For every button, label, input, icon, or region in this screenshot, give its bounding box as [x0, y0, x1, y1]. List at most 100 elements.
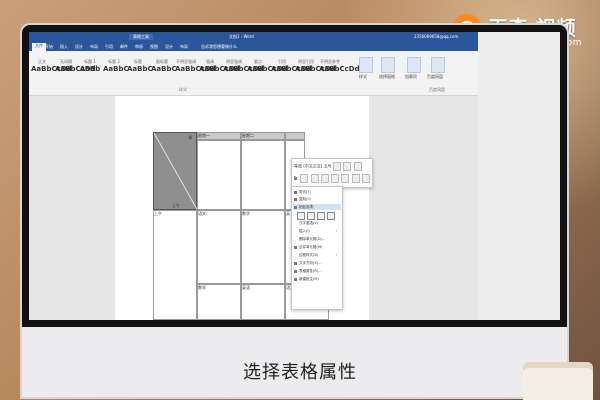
tab-insert[interactable]: 插入 — [60, 44, 68, 50]
user-account[interactable]: 2356069658@qq.com — [414, 34, 458, 39]
tab-mailings[interactable]: 邮件 — [120, 44, 128, 50]
table-cell[interactable]: 英语 — [241, 284, 285, 320]
table-cell[interactable] — [197, 140, 241, 210]
font-color-icon[interactable] — [320, 174, 329, 183]
paste-keep-source-icon[interactable] — [297, 212, 305, 220]
baidu-group-label: 百度网盘 — [429, 87, 445, 92]
table-header-cell[interactable] — [285, 132, 305, 140]
borders-icon[interactable] — [341, 174, 350, 183]
style-subtitle[interactable]: 副标题 AaBbC — [151, 57, 177, 79]
style-heading-1[interactable]: 标题 1 AaBb — [79, 57, 101, 79]
table-cell[interactable]: 数学 — [197, 284, 241, 320]
menu-item-cut[interactable]: 剪切(T) — [299, 190, 311, 195]
style-strong[interactable]: 要点 AaBbCcDd — [247, 57, 288, 79]
document-canvas: 课 上午 星期一 星期二 上午 语文 数学 英 数学 英语 语文 等线 (中文正… — [29, 96, 478, 320]
monitor: 表格工具 文档1 - Word 2356069658@qq.com 文件 开始 … — [22, 25, 567, 397]
style-subtle-reference[interactable]: 不明显参考 AaBbCcDd — [319, 57, 360, 79]
menu-item-table-properties[interactable]: 表格属性(R)... — [299, 269, 322, 274]
menu-item-paste-options[interactable]: 粘贴选项: — [299, 205, 314, 210]
table-properties-icon — [294, 270, 297, 273]
paste-options-row — [297, 212, 336, 221]
table-cell[interactable]: 数学 — [241, 210, 285, 284]
style-heading-2[interactable]: 标题 2 AaBbC — [103, 57, 129, 79]
insert-icon[interactable] — [351, 174, 360, 183]
shrink-font-icon[interactable] — [343, 162, 352, 171]
context-tab-label: 表格工具 — [129, 34, 153, 40]
menu-item-delete-cells[interactable]: 删除单元格(D)... — [299, 237, 325, 242]
text-direction-icon — [294, 262, 297, 265]
window-title: 文档1 - Word — [229, 34, 254, 39]
menu-item-reconvert[interactable]: 汉字重选(V) — [299, 221, 318, 226]
corner-bottom-text: 上午 — [172, 203, 180, 208]
bold-button[interactable]: B — [294, 176, 297, 181]
styles-pane-icon[interactable] — [359, 57, 373, 73]
cut-icon — [294, 191, 297, 194]
tab-table-design[interactable]: 设计 — [165, 44, 173, 50]
style-normal[interactable]: 正文 AaBbCcDd — [31, 57, 72, 79]
title-bar: 表格工具 文档1 - Word 2356069658@qq.com — [29, 32, 478, 42]
tab-table-layout[interactable]: 布局 — [180, 44, 188, 50]
mini-toolbar-row-format: B — [294, 174, 371, 183]
context-menu: 剪切(T) 复制(C) 粘贴选项: 汉字重选(V) 插入(I) › 删除单元格(… — [291, 186, 343, 310]
submenu-arrow-icon: › — [336, 253, 338, 257]
highlight-icon[interactable] — [310, 174, 319, 183]
font-name-select[interactable]: 等线 (中文正文) — [294, 164, 322, 169]
table-cell[interactable]: 语文 — [197, 210, 241, 284]
tab-references[interactable]: 引用 — [105, 44, 113, 50]
selection-pane-icon[interactable] — [381, 57, 395, 73]
delete-icon[interactable] — [362, 174, 371, 183]
submenu-arrow-icon: › — [336, 229, 338, 233]
tab-layout[interactable]: 布局 — [90, 44, 98, 50]
video-caption: 选择表格属性 — [243, 362, 357, 383]
baidu-netdisk-icon[interactable] — [431, 57, 445, 73]
menu-item-border-styles[interactable]: 边框样式(B) — [299, 253, 318, 258]
style-emphasis[interactable]: 强调 AaBbCcDd — [199, 57, 240, 79]
ribbon: 正文 AaBbCcDd 无间隔 AaBbCcDd 标题 1 AaBb 标题 2 AaBb… — [29, 51, 478, 96]
screen-right-area — [478, 32, 560, 320]
menu-item-text-direction[interactable]: 文字方向(X)... — [299, 261, 321, 266]
paste-picture-icon[interactable] — [327, 212, 336, 220]
selection-pane-label: 选择窗格 — [379, 74, 395, 79]
styles-group-label: 样式 — [179, 87, 187, 92]
paste-icon — [294, 206, 297, 209]
italic-icon[interactable] — [300, 174, 309, 183]
menu-item-copy[interactable]: 复制(C) — [299, 197, 311, 202]
tab-view[interactable]: 视图 — [150, 44, 158, 50]
font-size-select[interactable]: 五号 — [324, 164, 332, 169]
tab-design[interactable]: 设计 — [75, 44, 83, 50]
table-cell[interactable] — [241, 140, 285, 210]
mini-toolbar-row-font: 等线 (中文正文) 五号 — [294, 162, 363, 171]
style-subtle-emphasis[interactable]: 不明显强调 AaBbCcDd — [175, 57, 216, 79]
menu-item-new-comment[interactable]: 新建批注(M) — [299, 277, 319, 282]
styles-icon[interactable] — [353, 162, 362, 171]
style-no-spacing[interactable]: 无间隔 AaBbCcDd — [55, 57, 96, 79]
coffee-cup — [523, 362, 593, 400]
tab-file[interactable]: 文件 — [32, 43, 46, 51]
mini-toolbar: 等线 (中文正文) 五号 B — [291, 158, 373, 188]
addins-icon[interactable] — [407, 57, 421, 73]
paste-text-only-icon[interactable] — [317, 212, 326, 220]
style-title[interactable]: 标题 AaBbC — [127, 57, 153, 79]
paste-merge-icon[interactable] — [307, 212, 316, 220]
baidu-netdisk-label: 百度网盘 — [427, 74, 443, 79]
style-quote[interactable]: 引用 AaBbCcDd — [271, 57, 312, 79]
copy-icon — [294, 198, 297, 201]
grow-font-icon[interactable] — [332, 162, 341, 171]
selected-corner-cell[interactable]: 课 上午 — [153, 132, 198, 211]
diagonal-line — [154, 133, 198, 211]
ribbon-tabs: 文件 开始 插入 设计 布局 引用 邮件 审阅 视图 设计 布局 告诉我您想要做… — [29, 42, 478, 51]
table-header-cell[interactable]: 星期一 — [197, 132, 241, 140]
corner-top-text: 课 — [188, 135, 192, 140]
tab-review[interactable]: 审阅 — [135, 44, 143, 50]
addins-label: 加载项 — [405, 74, 417, 79]
tell-me-box[interactable]: 告诉我您想要做什么 — [201, 44, 237, 50]
menu-item-merge-cells[interactable]: 合并单元格(M) — [299, 245, 322, 250]
merge-cells-icon — [294, 246, 297, 249]
style-intense-emphasis[interactable]: 明显强调 AaBbCcDd — [223, 57, 264, 79]
shading-icon[interactable] — [331, 174, 340, 183]
table-header-cell[interactable]: 星期二 — [241, 132, 285, 140]
table-cell[interactable]: 上午 — [153, 210, 197, 320]
menu-item-insert[interactable]: 插入(I) — [299, 229, 310, 234]
tab-home[interactable]: 开始 — [45, 44, 53, 50]
style-intense-quote[interactable]: 明显引用 AaBbCcDd — [295, 57, 336, 79]
